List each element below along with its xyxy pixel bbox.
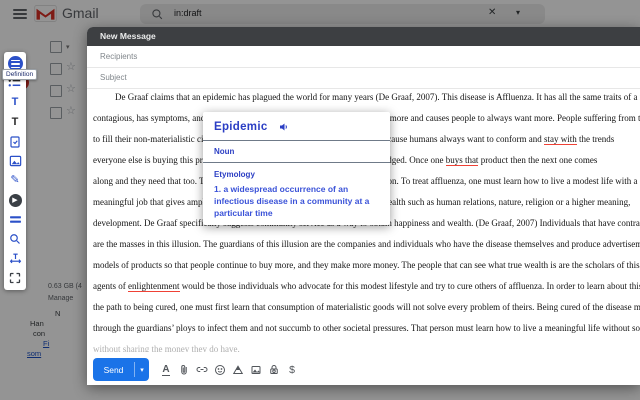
text-style-blue-icon[interactable]: T (7, 95, 23, 110)
misspelled-word: enlightenment (128, 281, 180, 292)
zoom-search-icon[interactable] (7, 232, 23, 247)
send-label[interactable]: Send (93, 365, 134, 375)
payment-icon[interactable]: $ (286, 363, 298, 377)
text-style-black-icon[interactable]: T (7, 115, 23, 130)
body-line: are the masses in this illusion. The gua… (93, 234, 640, 255)
send-button[interactable]: Send ▾ (93, 358, 149, 381)
recipients-placeholder: Recipients (100, 52, 137, 61)
formatting-options-icon[interactable]: A (160, 363, 172, 377)
recipients-field[interactable]: Recipients (87, 46, 640, 68)
clipboard-check-icon[interactable] (7, 134, 23, 149)
popup-word: Epidemic (214, 121, 268, 133)
compose-bottom-toolbar: Send ▾ A (87, 358, 640, 381)
extension-toolbar: T T ✎ ▶ (4, 52, 26, 290)
insert-link-icon[interactable] (196, 363, 208, 377)
compose-title: New Message (100, 31, 156, 41)
popup-definition: 1. a widespread occurrence of an infecti… (214, 183, 380, 219)
insert-drive-file-icon[interactable] (232, 363, 244, 377)
draw-pencil-icon[interactable]: ✎ (7, 173, 23, 188)
misspelled-word: buys that (446, 155, 479, 166)
body-line: De Graaf claims that an epidemic has pla… (93, 87, 640, 108)
subject-placeholder: Subject (100, 73, 127, 82)
image-tool-icon[interactable] (7, 154, 23, 169)
popup-section-label: Etymology (214, 170, 379, 179)
misspelled-word: stay with (544, 134, 577, 145)
popup-divider (203, 140, 390, 141)
body-line: models of products so that people contin… (93, 255, 640, 276)
confidential-mode-icon[interactable] (268, 363, 280, 377)
body-line: through the guardians’ ploys to infect t… (93, 318, 640, 339)
send-options-caret-icon[interactable]: ▾ (135, 366, 149, 374)
compose-header[interactable]: New Message (87, 27, 640, 46)
text-width-icon[interactable] (7, 251, 23, 266)
insert-photo-icon[interactable] (250, 363, 262, 377)
popup-part-of-speech: Noun (214, 147, 379, 156)
subject-field[interactable]: Subject (87, 67, 640, 89)
play-tool-icon[interactable]: ▶ (7, 193, 23, 208)
highlight-lines-icon[interactable] (7, 212, 23, 227)
attach-file-icon[interactable] (178, 363, 190, 377)
crop-capture-icon[interactable] (7, 270, 23, 285)
body-line: the path to being cured, one must first … (93, 297, 640, 318)
insert-emoji-icon[interactable] (214, 363, 226, 377)
definition-popup: Epidemic Noun Etymology 1. a widespread … (203, 112, 390, 225)
body-line: agents of enlightenment would be those i… (93, 276, 640, 297)
body-line: without sharing the money they do have. (93, 339, 640, 352)
pronounce-speaker-icon[interactable] (278, 121, 290, 133)
definition-tooltip: Definition (2, 69, 37, 80)
popup-divider (203, 162, 390, 163)
